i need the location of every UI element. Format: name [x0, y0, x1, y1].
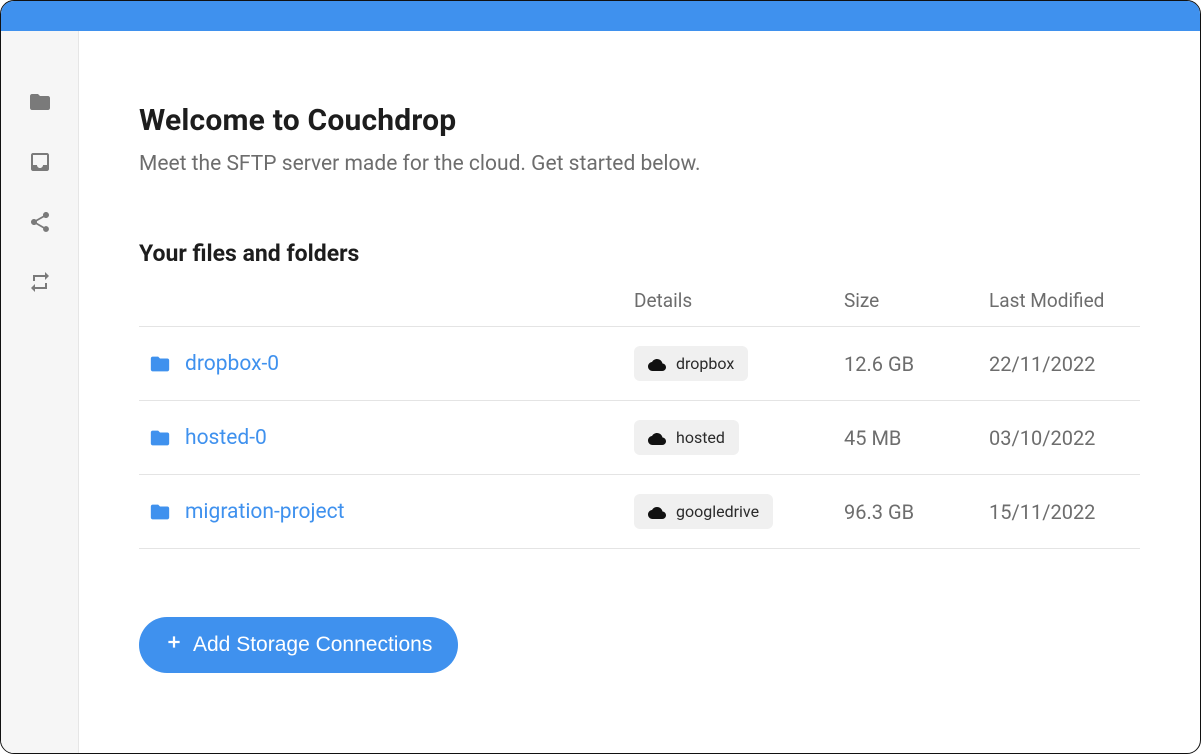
provider-label: hosted: [676, 428, 725, 447]
size-cell: 12.6 GB: [844, 352, 989, 376]
size-cell: 96.3 GB: [844, 500, 989, 524]
details-cell: dropbox: [634, 346, 844, 381]
provider-chip: googledrive: [634, 494, 773, 529]
cloud-icon: [648, 357, 666, 371]
table-row[interactable]: hosted-0 hosted 45 MB 03/10/2022: [139, 401, 1140, 475]
folder-icon[interactable]: [27, 89, 53, 115]
col-modified: Last Modified: [989, 289, 1140, 312]
page-subtitle: Meet the SFTP server made for the cloud.…: [139, 152, 1140, 176]
folder-icon: [149, 353, 171, 375]
provider-label: dropbox: [676, 354, 734, 373]
provider-chip: dropbox: [634, 346, 748, 381]
table-header-row: Details Size Last Modified: [139, 275, 1140, 327]
name-cell: hosted-0: [139, 426, 634, 450]
inbox-icon[interactable]: [27, 149, 53, 175]
table-row[interactable]: migration-project googledrive 96.3 GB 15…: [139, 475, 1140, 549]
page-title: Welcome to Couchdrop: [139, 103, 1140, 138]
col-size: Size: [844, 289, 989, 312]
body-area: Welcome to Couchdrop Meet the SFTP serve…: [1, 31, 1200, 753]
app-window: Welcome to Couchdrop Meet the SFTP serve…: [0, 0, 1201, 754]
row-name-link[interactable]: hosted-0: [185, 426, 267, 450]
section-title: Your files and folders: [139, 240, 1140, 267]
provider-label: googledrive: [676, 502, 759, 521]
share-icon[interactable]: [27, 209, 53, 235]
name-cell: migration-project: [139, 500, 634, 524]
main-content: Welcome to Couchdrop Meet the SFTP serve…: [79, 31, 1200, 753]
plus-icon: [165, 633, 183, 657]
provider-chip: hosted: [634, 420, 739, 455]
modified-cell: 15/11/2022: [989, 500, 1140, 524]
cloud-icon: [648, 505, 666, 519]
folder-icon: [149, 501, 171, 523]
modified-cell: 03/10/2022: [989, 426, 1140, 450]
files-table: Details Size Last Modified dropbox-0: [139, 275, 1140, 549]
add-storage-label: Add Storage Connections: [193, 633, 432, 657]
row-name-link[interactable]: migration-project: [185, 500, 345, 524]
folder-icon: [149, 427, 171, 449]
size-cell: 45 MB: [844, 426, 989, 450]
table-row[interactable]: dropbox-0 dropbox 12.6 GB 22/11/2022: [139, 327, 1140, 401]
col-details: Details: [634, 289, 844, 312]
details-cell: googledrive: [634, 494, 844, 529]
add-storage-button[interactable]: Add Storage Connections: [139, 617, 458, 673]
name-cell: dropbox-0: [139, 352, 634, 376]
details-cell: hosted: [634, 420, 844, 455]
cloud-icon: [648, 431, 666, 445]
titlebar: [1, 1, 1200, 31]
row-name-link[interactable]: dropbox-0: [185, 352, 279, 376]
transfer-icon[interactable]: [27, 269, 53, 295]
modified-cell: 22/11/2022: [989, 352, 1140, 376]
sidebar: [1, 31, 79, 753]
